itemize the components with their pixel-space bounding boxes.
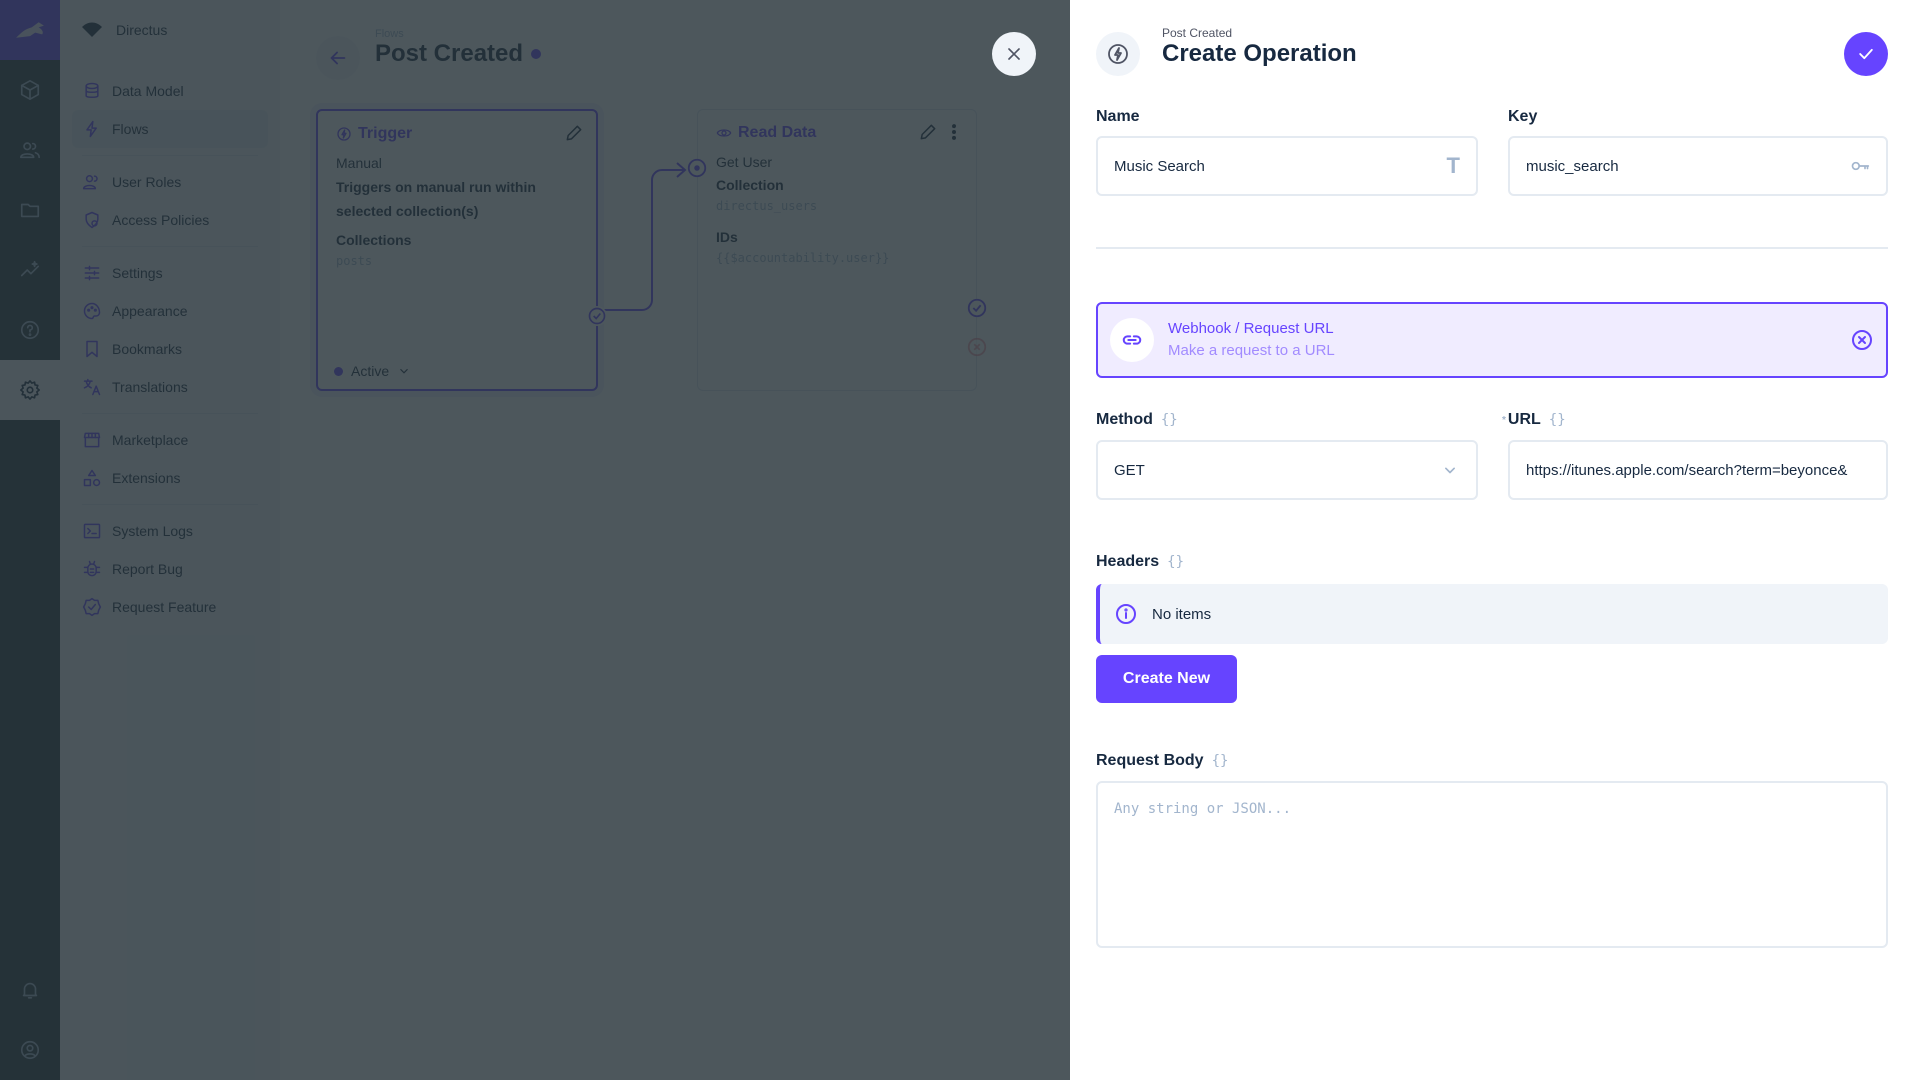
name-label: Name <box>1096 108 1140 126</box>
clear-operation-type-button[interactable] <box>1850 328 1874 352</box>
close-circle-icon <box>1852 330 1872 350</box>
link-icon <box>1122 335 1142 345</box>
headers-label-text: Headers <box>1096 553 1160 570</box>
request-body-input[interactable] <box>1096 781 1888 948</box>
key-label: Key <box>1508 108 1537 126</box>
key-input[interactable]: music_search <box>1508 136 1888 196</box>
key-icon <box>1851 161 1870 171</box>
close-icon <box>1008 48 1020 60</box>
method-select-value: GET <box>1114 461 1145 479</box>
headers-label: Headers {} <box>1096 553 1184 571</box>
bolt-circle-icon <box>1108 44 1128 64</box>
drawer-overlay[interactable] <box>0 0 1070 1080</box>
key-input-value: music_search <box>1526 157 1619 175</box>
info-icon <box>1116 604 1136 624</box>
request-body-label: Request Body {} <box>1096 752 1228 770</box>
operation-type-text: Webhook / Request URL Make a request to … <box>1168 318 1850 362</box>
url-label-text: URL <box>1507 411 1541 428</box>
close-drawer-button[interactable] <box>992 32 1036 76</box>
name-input-value: Music Search <box>1114 157 1205 175</box>
check-icon <box>1859 48 1873 60</box>
drawer-icon <box>1096 32 1140 76</box>
section-divider <box>1096 247 1888 249</box>
operation-type-icon-wrap <box>1110 318 1154 362</box>
url-label: * URL {} <box>1502 411 1566 429</box>
headers-raw-toggle[interactable]: {} <box>1167 554 1184 570</box>
operation-type-selected[interactable]: Webhook / Request URL Make a request to … <box>1096 302 1888 378</box>
save-button[interactable] <box>1844 32 1888 76</box>
text-type-icon: T <box>1446 153 1460 178</box>
name-label-text: Name <box>1096 108 1140 125</box>
method-label: Method {} <box>1096 411 1178 429</box>
drawer-breadcrumb: Post Created <box>1162 26 1233 40</box>
operation-type-description: Make a request to a URL <box>1168 342 1335 359</box>
headers-empty-notice: No items <box>1096 584 1888 644</box>
name-input[interactable]: Music Search T <box>1096 136 1478 196</box>
request-body-label-text: Request Body <box>1096 752 1204 769</box>
chevron-down-icon <box>1445 467 1455 474</box>
request-body-raw-toggle[interactable]: {} <box>1212 753 1229 769</box>
method-raw-toggle[interactable]: {} <box>1161 412 1178 428</box>
headers-empty-text: No items <box>1152 605 1212 623</box>
operation-type-name: Webhook / Request URL <box>1168 320 1334 337</box>
method-select[interactable]: GET <box>1096 440 1478 500</box>
create-new-header-button[interactable]: Create New <box>1096 655 1237 703</box>
required-marker: * <box>1502 414 1506 426</box>
create-operation-drawer: Post Created Create Operation Name Music… <box>1070 0 1920 1080</box>
key-label-text: Key <box>1508 108 1538 125</box>
url-input[interactable]: https://itunes.apple.com/search?term=bey… <box>1508 440 1888 500</box>
url-raw-toggle[interactable]: {} <box>1549 412 1566 428</box>
url-input-value: https://itunes.apple.com/search?term=bey… <box>1526 461 1848 479</box>
drawer-title: Create Operation <box>1162 40 1357 67</box>
method-label-text: Method <box>1096 411 1153 428</box>
